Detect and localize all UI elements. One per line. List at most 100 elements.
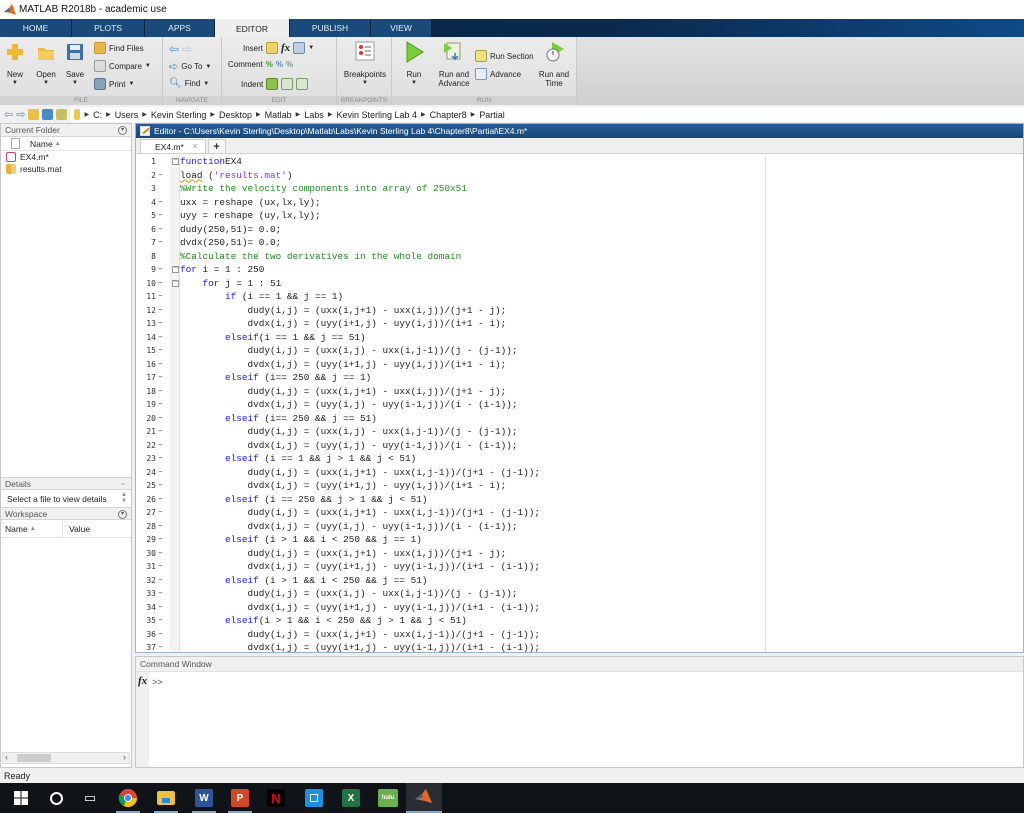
save-button[interactable]	[64, 43, 86, 63]
breakpoint-marker[interactable]: –	[158, 547, 163, 561]
breakpoint-marker[interactable]: –	[158, 493, 163, 507]
breakpoint-marker[interactable]: –	[158, 506, 163, 520]
breakpoint-marker[interactable]: –	[158, 398, 163, 412]
code-line[interactable]: 6– dudy(250,51)= 0.0;	[136, 223, 1023, 237]
breadcrumb-users[interactable]: Users	[115, 110, 139, 120]
decrease-indent-icon[interactable]	[296, 78, 309, 90]
line-number[interactable]: 34	[136, 601, 156, 615]
tab-apps[interactable]: APPS	[145, 19, 215, 37]
workspace-col-value[interactable]: Value	[63, 524, 90, 534]
code-line[interactable]: 37– dvdx(i,j) = (uyy(i+1,j) - uyy(i-1,j))…	[136, 641, 1023, 652]
line-number[interactable]: 6	[136, 223, 156, 237]
breakpoint-marker[interactable]: –	[158, 385, 163, 399]
line-number[interactable]: 31	[136, 560, 156, 574]
line-number[interactable]: 30	[136, 547, 156, 561]
comment-percent-icon[interactable]: %	[266, 60, 273, 69]
breakpoint-marker[interactable]: –	[158, 331, 163, 345]
insert-dropdown-caret[interactable]: ▼	[308, 45, 314, 51]
editor-tab-ex4[interactable]: EX4.m* ✕	[140, 139, 206, 153]
line-number[interactable]: 23	[136, 452, 156, 466]
insert-section-icon[interactable]	[266, 42, 279, 54]
details-header[interactable]: Details ⌄	[1, 477, 131, 490]
line-number[interactable]: 2	[136, 169, 156, 183]
back-arrow-icon[interactable]: ⇦	[169, 42, 179, 56]
line-number[interactable]: 27	[136, 506, 156, 520]
up-folder-icon[interactable]	[28, 109, 40, 120]
line-number[interactable]: 8	[136, 250, 156, 264]
breakpoint-marker[interactable]: –	[158, 439, 163, 453]
search-folder-icon[interactable]	[56, 109, 68, 120]
breakpoint-marker[interactable]: –	[158, 236, 163, 250]
code-line[interactable]: 27– dudy(i,j) = (uxx(i,j+1) - uxx(i,j-1))…	[136, 506, 1023, 520]
line-number[interactable]: 21	[136, 425, 156, 439]
taskbar-netflix[interactable]: N	[258, 783, 294, 813]
breadcrumb-user[interactable]: Kevin Sterling	[151, 110, 207, 120]
line-number[interactable]: 16	[136, 358, 156, 372]
breakpoint-marker[interactable]: –	[158, 344, 163, 358]
line-number[interactable]: 22	[136, 439, 156, 453]
code-line[interactable]: 30– dudy(i,j) = (uxx(i,j+1) - uxx(i,j))/(…	[136, 547, 1023, 561]
line-number[interactable]: 13	[136, 317, 156, 331]
fold-toggle-icon[interactable]: −	[172, 158, 179, 165]
line-number[interactable]: 5	[136, 209, 156, 223]
fold-toggle-icon[interactable]: −	[172, 279, 179, 287]
cortana-button[interactable]	[38, 783, 74, 813]
breakpoint-marker[interactable]: –	[158, 601, 163, 615]
line-number[interactable]: 11	[136, 290, 156, 304]
open-button[interactable]	[35, 45, 57, 63]
breakpoint-marker[interactable]: –	[158, 466, 163, 480]
taskbar-word[interactable]: W	[186, 783, 222, 813]
start-button[interactable]	[3, 783, 39, 813]
indent-button[interactable]: Indent	[241, 78, 309, 90]
breadcrumb-labs[interactable]: Labs	[304, 110, 324, 120]
horizontal-scrollbar[interactable]: ‹ ›	[2, 752, 130, 764]
insert-graph-icon[interactable]	[293, 42, 306, 54]
breakpoint-marker[interactable]: –	[158, 209, 163, 223]
line-number[interactable]: 15	[136, 344, 156, 358]
new-label[interactable]: New ▼	[3, 70, 27, 88]
code-line[interactable]: 36– dudy(i,j) = (uxx(i,j+1) - uxx(i,j-1))…	[136, 628, 1023, 642]
scroll-right-icon[interactable]: ›	[123, 752, 126, 762]
code-line[interactable]: 29– elseif (i > 1 && i < 250 && j == 1)	[136, 533, 1023, 547]
line-number[interactable]: 29	[136, 533, 156, 547]
code-line[interactable]: 32– elseif (i > 1 && i < 250 && j == 51)	[136, 574, 1023, 588]
code-line[interactable]: 22– dvdx(i,j) = (uyy(i,j) - uyy(i-1,j))/(…	[136, 439, 1023, 453]
code-line[interactable]: 23– elseif (i == 1 && j > 1 && j < 51)	[136, 452, 1023, 466]
compare-button[interactable]: Compare ▼	[94, 60, 151, 72]
breakpoint-marker[interactable]: –	[158, 263, 163, 277]
find-button[interactable]: 🔍︎ Find ▼	[169, 78, 209, 89]
comment-button[interactable]: Comment % % %	[228, 60, 293, 69]
new-tab-button[interactable]: +	[207, 139, 226, 153]
breakpoint-marker[interactable]: –	[158, 533, 163, 547]
line-number[interactable]: 1	[136, 155, 156, 169]
breakpoint-marker[interactable]: –	[158, 412, 163, 426]
breakpoint-marker[interactable]: –	[158, 371, 163, 385]
breadcrumb-chapter8[interactable]: Chapter8	[430, 110, 467, 120]
breakpoint-marker[interactable]: –	[158, 358, 163, 372]
function-browser-icon[interactable]: fx	[138, 675, 147, 687]
code-line[interactable]: 13– dvdx(i,j) = (uyy(i+1,j) - uyy(i,j))/(…	[136, 317, 1023, 331]
insert-button[interactable]: Insert fx ▼	[243, 42, 314, 54]
run-label[interactable]: Run ▼	[400, 70, 428, 88]
code-line[interactable]: 10– − for j = 1 : 51	[136, 277, 1023, 291]
wrap-comment-icon[interactable]: %	[286, 60, 293, 69]
forward-icon[interactable]: ⇨	[16, 108, 25, 121]
taskbar-matlab[interactable]	[406, 783, 442, 813]
insert-function-icon[interactable]: fx	[281, 42, 290, 54]
breakpoint-marker[interactable]: –	[158, 479, 163, 493]
breakpoint-marker[interactable]: –	[158, 587, 163, 601]
code-line[interactable]: 31– dvdx(i,j) = (uyy(i+1,j) - uyy(i-1,j))…	[136, 560, 1023, 574]
breakpoint-marker[interactable]: –	[158, 169, 163, 183]
breakpoint-marker[interactable]: –	[158, 425, 163, 439]
tab-editor[interactable]: EDITOR	[215, 19, 290, 38]
line-number[interactable]: 26	[136, 493, 156, 507]
fold-toggle-icon[interactable]: −	[172, 266, 179, 273]
code-line[interactable]: 7– dvdx(250,51)= 0.0;	[136, 236, 1023, 250]
run-and-advance-label[interactable]: Run and Advance	[436, 70, 472, 88]
line-number[interactable]: 3	[136, 182, 156, 196]
code-line[interactable]: 1 − functionEX4	[136, 155, 1023, 169]
code-line[interactable]: 18– dudy(i,j) = (uxx(i,j+1) - uxx(i,j))/(…	[136, 385, 1023, 399]
code-line[interactable]: 15– dudy(i,j) = (uxx(i,j) - uxx(i,j-1))/(…	[136, 344, 1023, 358]
code-line[interactable]: 2– load ('results.mat')	[136, 169, 1023, 183]
breadcrumb-partial[interactable]: Partial	[479, 110, 505, 120]
